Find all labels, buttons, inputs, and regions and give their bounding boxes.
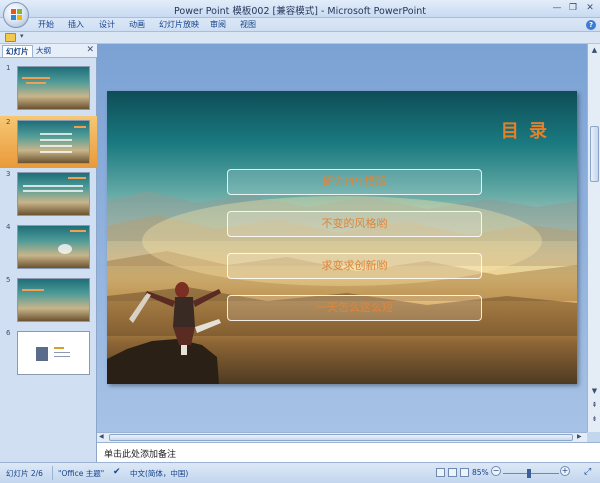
slide-counter: 幻灯片 2/6 — [6, 469, 43, 478]
thumbnail-image — [17, 66, 90, 110]
notes-pane[interactable]: 单击此处添加备注 — [97, 442, 600, 462]
slide-title[interactable]: 目 录 — [501, 117, 549, 143]
scroll-left-icon[interactable]: ◀ — [99, 433, 104, 440]
window-controls: — ❐ ✕ — [550, 1, 598, 15]
slide-thumbnail-4[interactable]: 4 — [0, 221, 97, 273]
horizontal-scrollbar[interactable]: ◀ ▶ — [97, 432, 587, 442]
window-title: Power Point 模板002 [兼容模式] - Microsoft Pow… — [174, 6, 426, 17]
close-button[interactable]: ✕ — [582, 1, 598, 15]
scroll-down-icon[interactable]: ▼ — [589, 386, 600, 397]
previous-slide-icon[interactable]: ⇞ — [589, 400, 600, 411]
quick-access-toolbar: ▾ — [0, 32, 600, 44]
tab-slides[interactable]: 幻灯片 — [2, 45, 33, 57]
thumbnail-number: 1 — [6, 64, 11, 72]
tab-review[interactable]: 审阅 — [210, 19, 226, 30]
slide-thumbnail-3[interactable]: 3 — [0, 168, 97, 220]
tab-outline[interactable]: 大纲 — [33, 45, 54, 57]
current-slide[interactable]: 目 录 研究PPT模版 不变的风格哟 求变求创新哟 一天怎么这么短 — [107, 91, 577, 384]
thumbnail-image — [17, 331, 90, 375]
normal-view-icon[interactable] — [436, 468, 445, 477]
language-indicator[interactable]: 中文(简体，中国) — [130, 468, 188, 479]
tab-animation[interactable]: 动画 — [129, 19, 145, 30]
slideshow-view-icon[interactable] — [460, 468, 469, 477]
spellcheck-icon[interactable]: ✔ — [113, 467, 121, 477]
menu-item-3[interactable]: 求变求创新哟 — [227, 253, 482, 279]
slide-thumbnail-2[interactable]: 2 — [0, 116, 97, 168]
status-divider — [52, 466, 53, 480]
thumbnail-image — [17, 225, 90, 269]
thumbnail-number: 4 — [6, 223, 11, 231]
zoom-slider-knob[interactable] — [527, 469, 531, 478]
slide-editing-area: 目 录 研究PPT模版 不变的风格哟 求变求创新哟 一天怎么这么短 — [97, 44, 587, 432]
tab-insert[interactable]: 插入 — [68, 19, 84, 30]
thumbnail-number: 6 — [6, 329, 11, 337]
tab-view[interactable]: 视图 — [240, 19, 256, 30]
status-bar: 幻灯片 2/6 "Office 主题" ✔ 中文(简体，中国) 85% − + … — [0, 462, 600, 483]
tab-design[interactable]: 设计 — [99, 19, 115, 30]
tab-slideshow[interactable]: 幻灯片放映 — [159, 19, 199, 30]
theme-name: "Office 主题" — [58, 469, 105, 478]
next-slide-icon[interactable]: ⇟ — [589, 414, 600, 425]
title-bar: Power Point 模板002 [兼容模式] - Microsoft Pow… — [0, 0, 600, 18]
thumbnail-number: 2 — [6, 118, 11, 126]
tab-home[interactable]: 开始 — [38, 19, 54, 30]
pane-close-icon[interactable]: ✕ — [86, 45, 94, 55]
notes-placeholder[interactable]: 单击此处添加备注 — [104, 447, 176, 460]
menu-item-4[interactable]: 一天怎么这么短 — [227, 295, 482, 321]
thumbnail-number: 3 — [6, 170, 11, 178]
menu-item-1[interactable]: 研究PPT模版 — [227, 169, 482, 195]
ribbon-tabs: 开始 插入 设计 动画 幻灯片放映 审阅 视图 ? — [0, 18, 600, 32]
pane-tabs: 幻灯片 大纲 ✕ — [0, 44, 97, 58]
menu-item-2[interactable]: 不变的风格哟 — [227, 211, 482, 237]
thumbnail-list: 1 2 3 4 5 6 — [0, 58, 97, 462]
thumbnail-image — [17, 172, 90, 216]
zoom-out-icon[interactable]: − — [491, 466, 501, 476]
thumbnail-image — [17, 278, 90, 322]
scroll-up-icon[interactable]: ▲ — [589, 45, 600, 56]
fit-window-icon[interactable]: ⤢ — [584, 467, 595, 478]
scroll-thumb[interactable] — [590, 126, 599, 182]
horizontal-scroll-thumb[interactable] — [109, 434, 573, 441]
office-button[interactable] — [3, 2, 29, 28]
slides-pane: 幻灯片 大纲 ✕ 1 2 3 4 5 6 — [0, 44, 97, 462]
zoom-level[interactable]: 85% — [472, 468, 489, 477]
slide-thumbnail-1[interactable]: 1 — [0, 62, 97, 114]
maximize-button[interactable]: ❐ — [566, 1, 580, 15]
slide-thumbnail-5[interactable]: 5 — [0, 274, 97, 326]
thumbnail-number: 5 — [6, 276, 11, 284]
zoom-in-icon[interactable]: + — [560, 466, 570, 476]
vertical-scrollbar[interactable]: ▲ ▼ ⇞ ⇟ — [587, 44, 600, 432]
open-folder-icon[interactable] — [5, 33, 16, 42]
help-icon[interactable]: ? — [586, 20, 596, 30]
minimize-button[interactable]: — — [550, 1, 564, 15]
thumbnail-image — [17, 120, 90, 164]
zoom-slider[interactable] — [503, 473, 559, 474]
qat-dropdown-icon[interactable]: ▾ — [20, 32, 24, 40]
office-logo-icon — [11, 9, 22, 20]
slide-sorter-view-icon[interactable] — [448, 468, 457, 477]
slide-thumbnail-6[interactable]: 6 — [0, 327, 97, 379]
scroll-right-icon[interactable]: ▶ — [577, 433, 582, 440]
